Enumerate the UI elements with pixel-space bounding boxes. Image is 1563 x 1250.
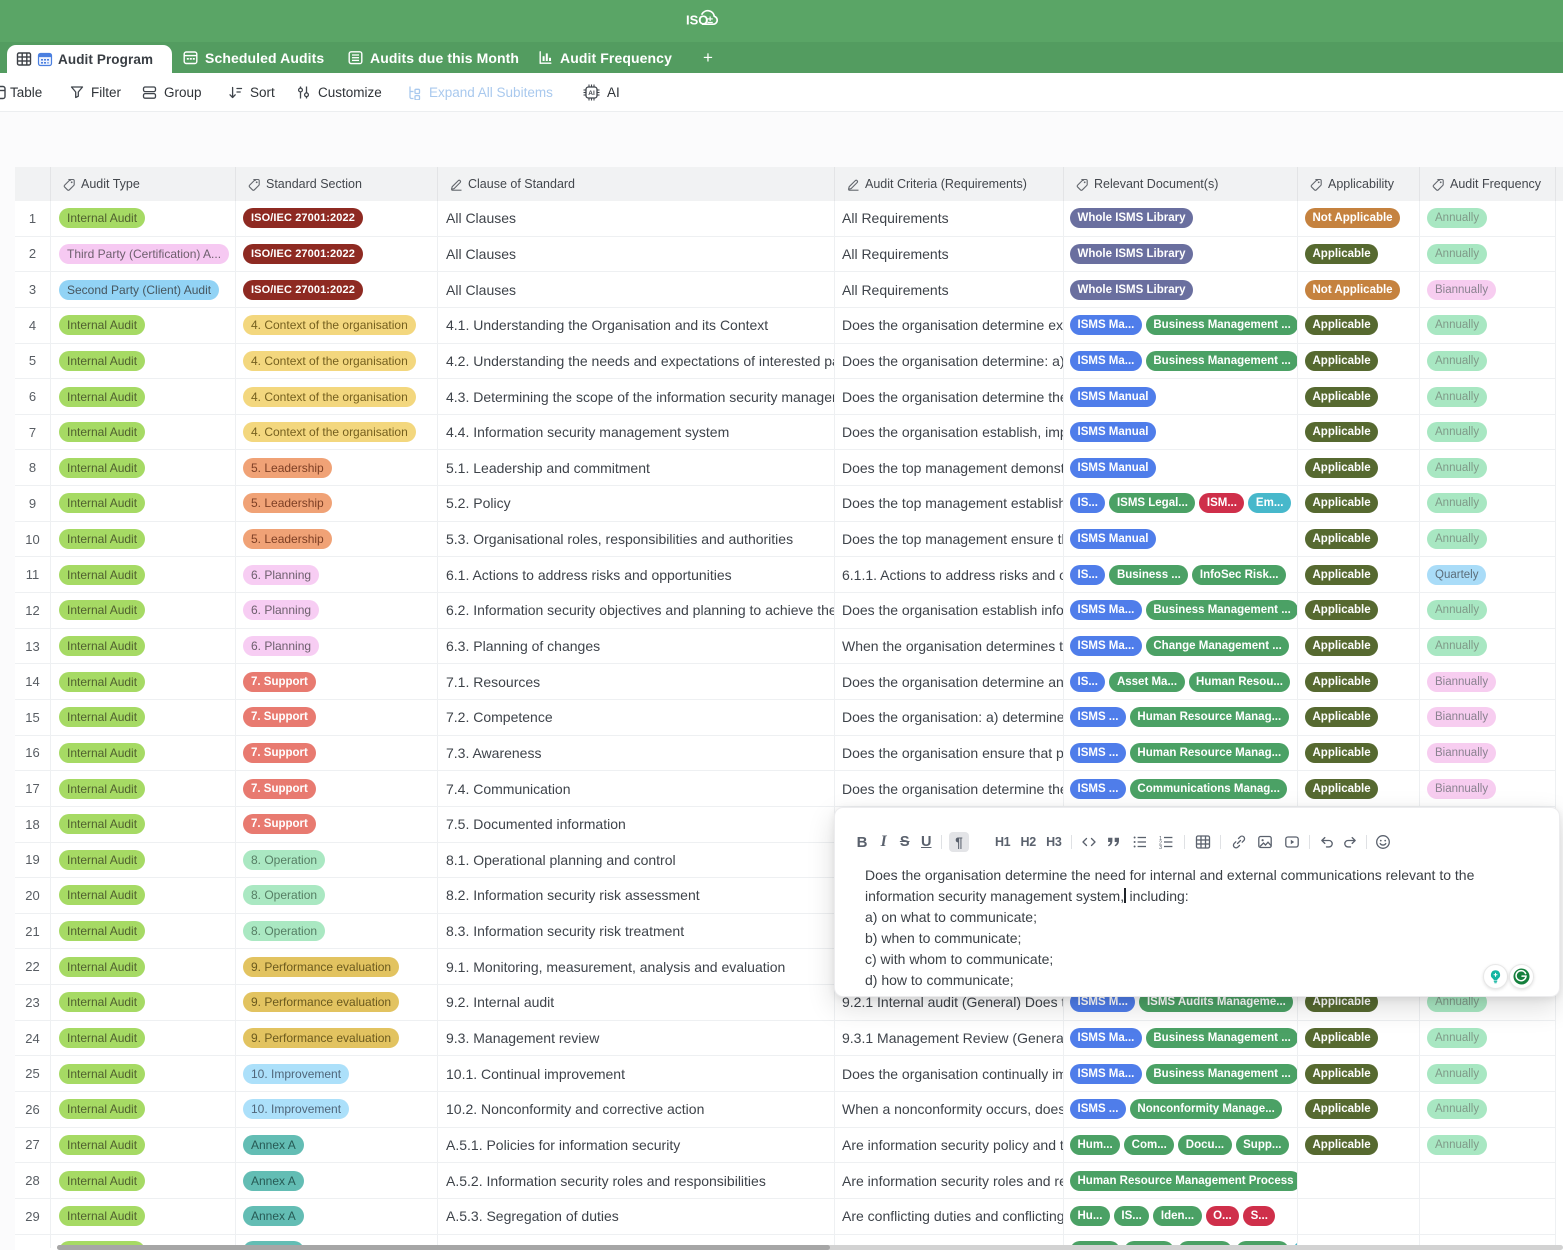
svg-text:ISO: ISO [686,13,708,28]
svg-text:AI: AI [588,90,595,97]
svg-text:3: 3 [1159,845,1162,850]
svg-text:±: ± [707,14,713,26]
